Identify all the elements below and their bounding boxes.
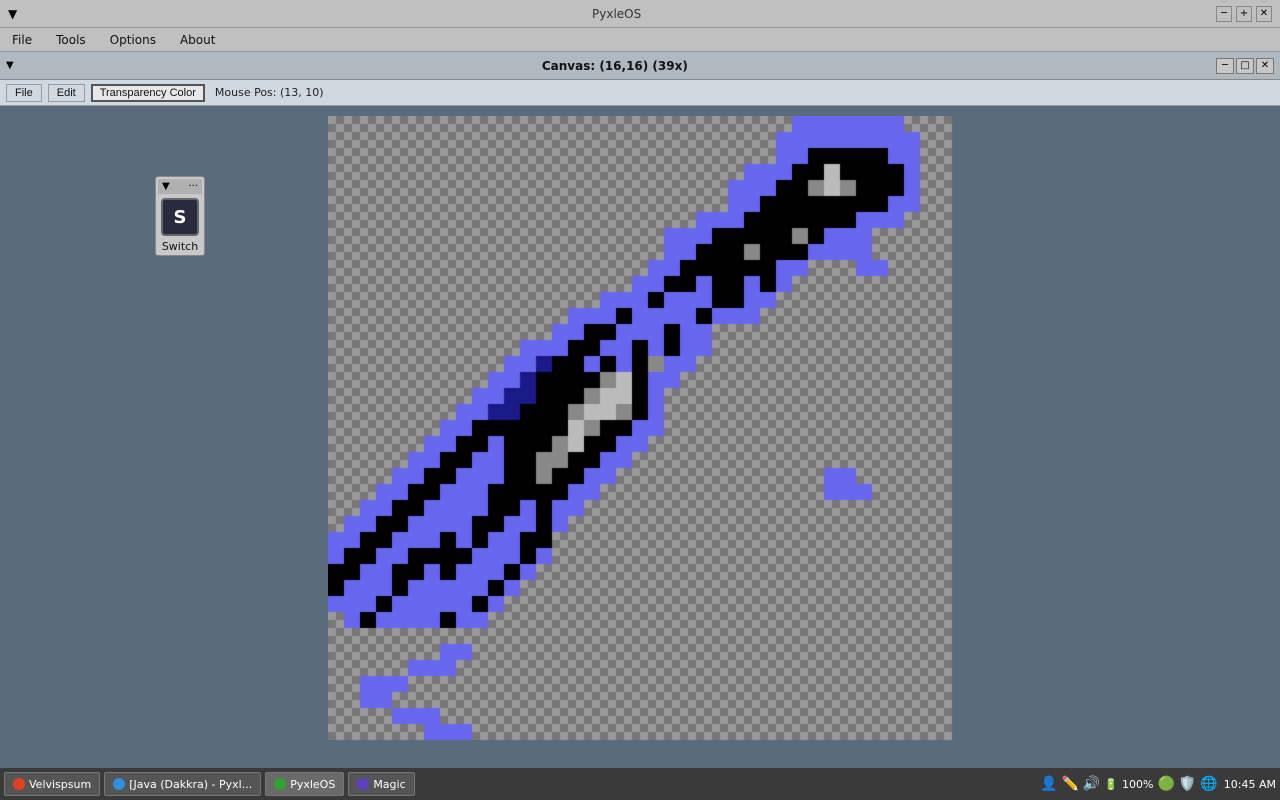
taskbar-dot-velvispsum	[13, 778, 25, 790]
network-icon: 👤	[1040, 776, 1057, 792]
title-bar: ▼ PyxleOS ─ + ✕	[0, 0, 1280, 28]
taskbar-item-java[interactable]: [Java (Dakkra) - Pyxl...	[104, 772, 261, 796]
taskbar: Velvispsum [Java (Dakkra) - Pyxl... Pyxl…	[0, 768, 1280, 800]
taskbar-icons: 👤 ✏️ 🔊 🔋 100% 🟢 🛡️ 🌐	[1040, 776, 1218, 792]
browser-icon: 🌐	[1200, 776, 1217, 792]
taskbar-label-magic: Magic	[373, 778, 405, 791]
battery-percent: 100%	[1122, 778, 1153, 791]
edit-icon: ✏️	[1061, 776, 1078, 792]
menu-file[interactable]: File	[4, 31, 40, 49]
canvas-win-controls: ─ □ ✕	[1216, 58, 1274, 74]
switch-tool-label: Switch	[162, 240, 198, 253]
switch-tool-button[interactable]: S	[161, 198, 199, 236]
taskbar-label-java: [Java (Dakkra) - Pyxl...	[129, 778, 252, 791]
switch-tool-letter: S	[174, 207, 187, 228]
maximize-button[interactable]: +	[1236, 6, 1252, 22]
toolbar-transparency-button[interactable]: Transparency Color	[91, 84, 205, 102]
menu-about[interactable]: About	[172, 31, 223, 49]
toolbar-edit-button[interactable]: Edit	[48, 84, 85, 102]
tool-panel-header: ▼ ···	[158, 179, 202, 194]
menu-options[interactable]: Options	[102, 31, 164, 49]
panel-dropdown-icon[interactable]: ▼	[162, 181, 170, 192]
canvas-minimize-button[interactable]: ─	[1216, 58, 1234, 74]
canvas-title-bar: ▼ Canvas: (16,16) (39x) ─ □ ✕	[0, 52, 1280, 80]
canvas-close-button[interactable]: ✕	[1256, 58, 1274, 74]
taskbar-right: 👤 ✏️ 🔊 🔋 100% 🟢 🛡️ 🌐 10:45 AM	[1040, 776, 1276, 792]
taskbar-item-velvispsum[interactable]: Velvispsum	[4, 772, 100, 796]
window-controls: ─ + ✕	[1216, 6, 1272, 22]
panel-dots: ···	[188, 181, 198, 192]
taskbar-dot-pyxleos	[274, 778, 286, 790]
green-icon: 🟢	[1157, 776, 1174, 792]
pixel-canvas[interactable]	[328, 116, 954, 742]
shield-icon: 🛡️	[1179, 776, 1196, 792]
taskbar-item-magic[interactable]: Magic	[348, 772, 414, 796]
canvas-dropdown-icon[interactable]: ▼	[6, 60, 14, 71]
minimize-button[interactable]: ─	[1216, 6, 1232, 22]
menu-bar: File Tools Options About	[0, 28, 1280, 52]
app-title: PyxleOS	[17, 7, 1216, 21]
canvas-restore-button[interactable]: □	[1236, 58, 1254, 74]
canvas-window: ▼ Canvas: (16,16) (39x) ─ □ ✕ File Edit …	[0, 52, 1280, 768]
speaker-icon: 🔊	[1083, 776, 1100, 792]
canvas-area: ▼ ··· S Switch	[0, 106, 1280, 768]
close-button[interactable]: ✕	[1256, 6, 1272, 22]
taskbar-label-pyxleos: PyxleOS	[290, 778, 335, 791]
title-dropdown[interactable]: ▼	[8, 7, 17, 21]
taskbar-dot-java	[113, 778, 125, 790]
taskbar-dot-magic	[357, 778, 369, 790]
canvas-toolbar: File Edit Transparency Color Mouse Pos: …	[0, 80, 1280, 106]
tool-panel: ▼ ··· S Switch	[155, 176, 205, 256]
taskbar-label-velvispsum: Velvispsum	[29, 778, 91, 791]
clock: 10:45 AM	[1224, 778, 1276, 791]
battery-icon: 🔋	[1104, 778, 1118, 791]
canvas-title: Canvas: (16,16) (39x)	[14, 59, 1216, 73]
menu-tools[interactable]: Tools	[48, 31, 94, 49]
toolbar-file-button[interactable]: File	[6, 84, 42, 102]
mouse-pos-display: Mouse Pos: (13, 10)	[215, 86, 324, 99]
taskbar-item-pyxleos[interactable]: PyxleOS	[265, 772, 344, 796]
